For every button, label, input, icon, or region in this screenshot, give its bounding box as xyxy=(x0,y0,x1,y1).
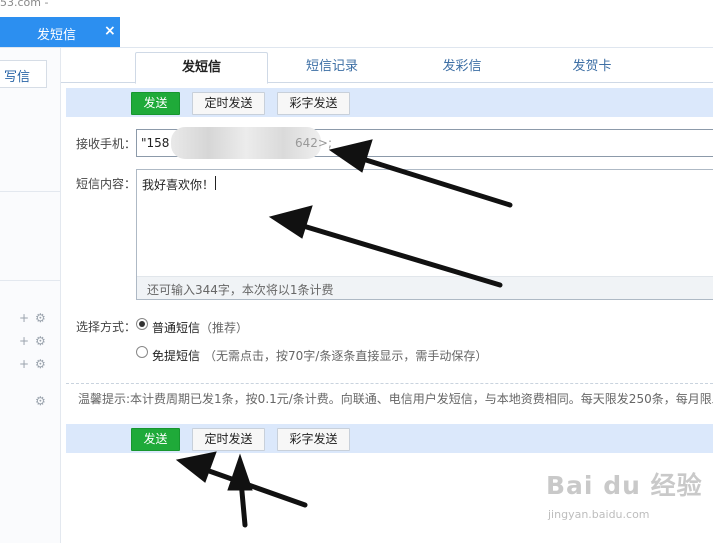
arrow-head xyxy=(268,205,313,239)
watermark-brand: Bai du 经验 xyxy=(546,471,703,500)
arrow-head xyxy=(175,451,217,483)
baidu-watermark: Bai du 经验 jingyan.baidu.com xyxy=(546,466,706,526)
arrow-head xyxy=(227,453,253,491)
arrow-head xyxy=(328,139,373,173)
annotation-arrows xyxy=(175,139,513,528)
arrow-to-content xyxy=(287,219,503,288)
watermark-url: jingyan.baidu.com xyxy=(548,508,650,521)
arrow-to-recipient xyxy=(347,152,513,208)
